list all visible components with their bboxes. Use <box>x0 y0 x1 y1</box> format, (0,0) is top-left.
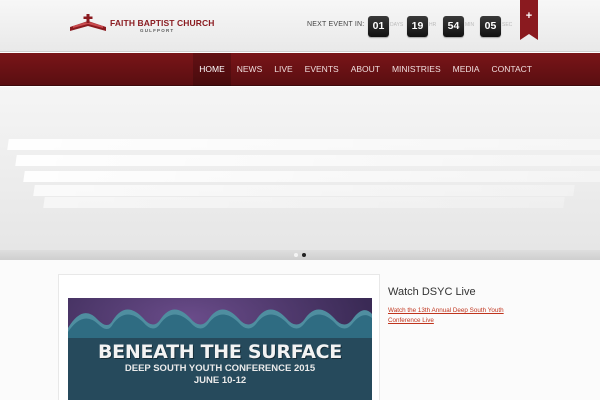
nav-item-news[interactable]: NEWS <box>231 53 269 86</box>
nav-item-about[interactable]: ABOUT <box>345 53 386 86</box>
nav-item-media[interactable]: MEDIA <box>447 53 486 86</box>
banner-date: JUNE 10-12 <box>193 375 247 386</box>
slider-stripe <box>33 185 575 196</box>
next-event-label: NEXT EVENT IN: <box>307 21 365 28</box>
slider-stripe <box>43 197 565 208</box>
slider-dot-2[interactable] <box>302 253 306 257</box>
logo-subtitle: GULFPORT <box>140 28 175 33</box>
nav-item-events[interactable]: EVENTS <box>299 53 345 86</box>
countdown-minutes-value: 54 <box>443 16 464 37</box>
slider-dot-1[interactable] <box>294 253 298 257</box>
logo-title: FAITH BAPTIST CHURCH <box>110 18 215 28</box>
countdown-days-unit: DAYS <box>390 22 404 28</box>
countdown-hours-value: 19 <box>407 16 428 37</box>
banner-subtitle: DEEP SOUTH YOUTH CONFERENCE 2015 <box>124 363 316 374</box>
expand-ribbon-button[interactable]: + <box>520 0 538 40</box>
countdown-days-value: 01 <box>368 16 389 37</box>
nav-item-live[interactable]: LIVE <box>268 53 298 86</box>
countdown-seconds-value: 05 <box>480 16 501 37</box>
slider-footer-bar <box>0 250 600 260</box>
church-logo[interactable]: FAITH BAPTIST CHURCH GULFPORT <box>68 13 214 35</box>
conference-banner[interactable]: BENEATH THE SURFACE DEEP SOUTH YOUTH CON… <box>68 298 372 400</box>
countdown-hours-unit: HR <box>429 22 437 28</box>
banner-title: BENEATH THE SURFACE <box>98 341 342 363</box>
watch-live-link[interactable]: Watch the 13th Annual Deep South Youth C… <box>388 306 518 326</box>
slider-stripe <box>15 155 600 166</box>
nav-item-ministries[interactable]: MINISTRIES <box>386 53 447 86</box>
countdown-minutes-unit: MIN <box>465 22 475 28</box>
nav-item-home[interactable]: HOME <box>193 53 231 86</box>
bible-logo-icon <box>70 14 106 31</box>
slider-stripe <box>7 139 600 150</box>
nav-item-contact[interactable]: CONTACT <box>486 53 538 86</box>
countdown-seconds-unit: SEC <box>502 22 513 28</box>
main-nav: HOME NEWS LIVE EVENTS ABOUT MINISTRIES M… <box>0 53 600 86</box>
hero-slider[interactable] <box>0 87 600 250</box>
slider-stripe <box>23 171 600 182</box>
sidebar-title: Watch DSYC Live <box>388 286 476 298</box>
site-header: FAITH BAPTIST CHURCH GULFPORT NEXT EVENT… <box>0 0 600 52</box>
plus-icon: + <box>525 10 533 22</box>
